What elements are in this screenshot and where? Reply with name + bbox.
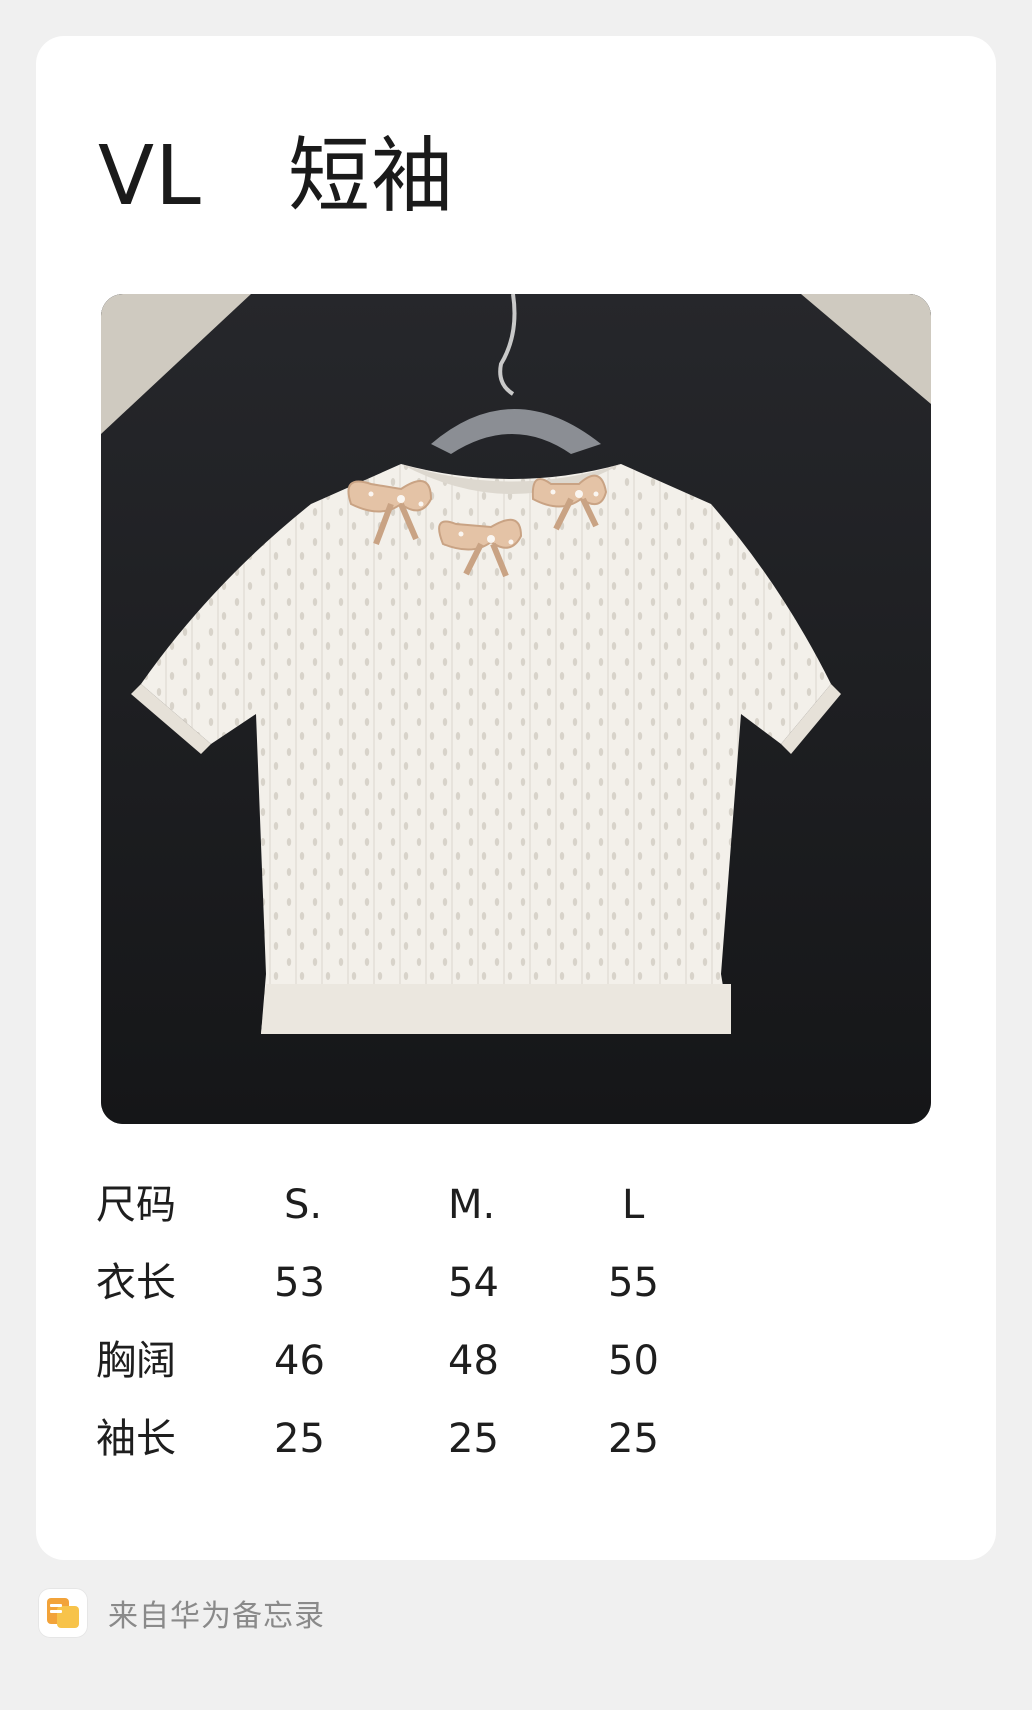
- product-photo-image: [101, 294, 931, 1124]
- size-m: M.: [448, 1182, 496, 1228]
- notepad-icon: [38, 1588, 88, 1638]
- value-l: 25: [608, 1416, 659, 1462]
- value-s: 25: [274, 1416, 325, 1462]
- size-l: L: [622, 1182, 645, 1228]
- size-table: 尺码 S. M. L 衣长 53 54 55 胸阔 46 48 50 袖长 25…: [96, 1166, 758, 1478]
- size-row-length: 衣长 53 54 55: [96, 1244, 758, 1322]
- size-header-label: 尺码: [96, 1182, 176, 1228]
- value-s: 46: [274, 1338, 325, 1384]
- note-card: VL 短袖 尺码 S. M. L 衣长 53 54 55 胸阔 46 48 50…: [36, 36, 996, 1560]
- size-s: S.: [284, 1182, 323, 1228]
- product-photo[interactable]: [101, 294, 931, 1124]
- source-footer[interactable]: 来自华为备忘录: [38, 1588, 325, 1638]
- note-title: VL 短袖: [98, 136, 454, 218]
- source-text: 来自华为备忘录: [108, 1599, 325, 1634]
- value-l: 55: [608, 1260, 659, 1306]
- value-m: 48: [448, 1338, 499, 1384]
- row-label: 衣长: [96, 1260, 176, 1306]
- size-row-chest: 胸阔 46 48 50: [96, 1322, 758, 1400]
- value-m: 25: [448, 1416, 499, 1462]
- row-label: 袖长: [96, 1416, 176, 1462]
- value-m: 54: [448, 1260, 499, 1306]
- size-header-row: 尺码 S. M. L: [96, 1166, 758, 1244]
- row-label: 胸阔: [96, 1338, 176, 1384]
- value-l: 50: [608, 1338, 659, 1384]
- item-name: 短袖: [288, 129, 455, 224]
- value-s: 53: [274, 1260, 325, 1306]
- brand-name: VL: [98, 129, 202, 224]
- size-row-sleeve: 袖长 25 25 25: [96, 1400, 758, 1478]
